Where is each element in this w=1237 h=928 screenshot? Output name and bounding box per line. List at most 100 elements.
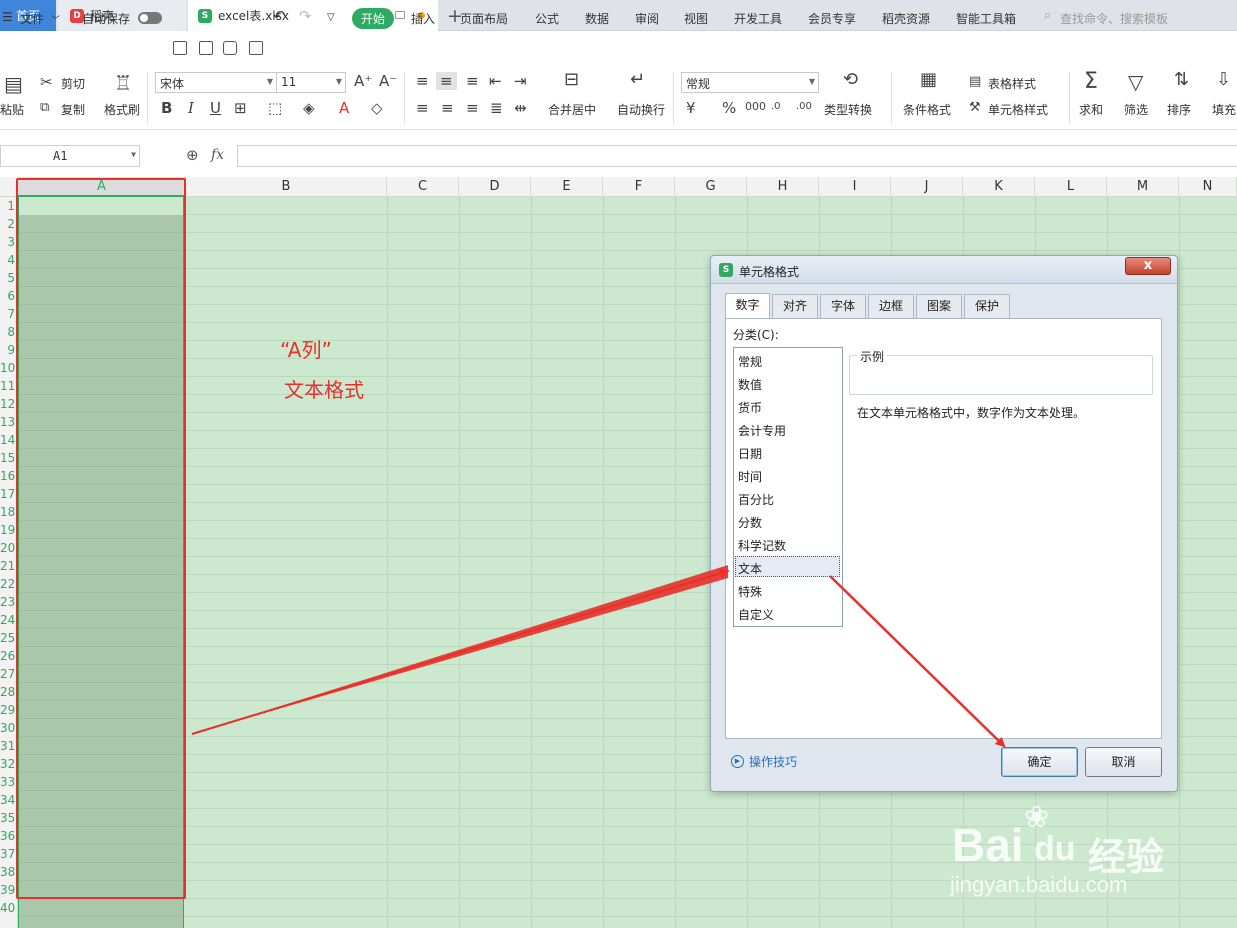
col-header-d[interactable]: D	[459, 177, 531, 197]
row-header-14[interactable]: 14	[0, 431, 17, 449]
increase-decimal-icon[interactable]: .0	[771, 99, 781, 115]
row-header-18[interactable]: 18	[0, 503, 17, 521]
save-icon[interactable]	[173, 41, 187, 55]
category-item[interactable]: 分数	[738, 514, 762, 531]
tab-excel-file[interactable]: Sexcel表.xlsx	[188, 0, 438, 31]
menu-smart-toolbox[interactable]: 智能工具箱	[956, 10, 1016, 27]
print-icon[interactable]	[223, 41, 237, 55]
close-button[interactable]: x	[1125, 257, 1171, 275]
italic-button[interactable]: I	[188, 100, 194, 116]
row-header-33[interactable]: 33	[0, 773, 17, 791]
row-header-11[interactable]: 11	[0, 377, 17, 395]
row-header-40[interactable]: 40	[0, 899, 17, 917]
menu-formula[interactable]: 公式	[535, 10, 559, 27]
font-color-icon[interactable]: A	[339, 100, 349, 116]
menu-insert[interactable]: 插入	[411, 10, 435, 27]
dialog-title-bar[interactable]: S 单元格格式 x	[711, 256, 1177, 284]
conditional-format-button[interactable]: 条件格式	[903, 101, 951, 118]
decrease-font-icon[interactable]: A⁻	[379, 73, 397, 89]
currency-button[interactable]: ¥	[686, 100, 696, 116]
thousands-separator-icon[interactable]: 000	[745, 99, 766, 115]
menu-page-layout[interactable]: 页面布局	[460, 10, 508, 27]
row-header-36[interactable]: 36	[0, 827, 17, 845]
row-header-21[interactable]: 21	[0, 557, 17, 575]
menu-developer[interactable]: 开发工具	[734, 10, 782, 27]
paste-icon[interactable]: ▤	[4, 74, 23, 94]
row-header-30[interactable]: 30	[0, 719, 17, 737]
menu-daoke-resources[interactable]: 稻壳资源	[882, 10, 930, 27]
category-list[interactable]: 常规 数值 货币 会计专用 日期 时间 百分比 分数 科学记数 文本 特殊 自定…	[733, 347, 843, 627]
col-header-e[interactable]: E	[531, 177, 603, 197]
col-header-h[interactable]: H	[747, 177, 819, 197]
cell-style-button[interactable]: 单元格样式	[988, 101, 1048, 118]
row-header-38[interactable]: 38	[0, 863, 17, 881]
menu-view[interactable]: 视图	[684, 10, 708, 27]
align-top-icon[interactable]: ≡	[416, 73, 429, 89]
autosave-toggle[interactable]	[134, 10, 162, 24]
row-header-29[interactable]: 29	[0, 701, 17, 719]
row-header-15[interactable]: 15	[0, 449, 17, 467]
row-header-16[interactable]: 16	[0, 467, 17, 485]
hamburger-icon[interactable]: ☰	[2, 10, 13, 24]
sum-button[interactable]: 求和	[1079, 101, 1103, 118]
align-left-icon[interactable]: ≡	[416, 100, 429, 116]
row-header-28[interactable]: 28	[0, 683, 17, 701]
row-header-24[interactable]: 24	[0, 611, 17, 629]
export-icon[interactable]	[199, 41, 213, 55]
merge-center-button[interactable]: 合并居中	[548, 101, 596, 118]
category-item[interactable]: 常规	[738, 353, 762, 370]
undo-icon[interactable]: ↶	[273, 7, 286, 25]
menu-data[interactable]: 数据	[585, 10, 609, 27]
fx-icon[interactable]: fx	[211, 147, 224, 163]
category-item[interactable]: 自定义	[738, 606, 774, 623]
row-header-25[interactable]: 25	[0, 629, 17, 647]
col-header-m[interactable]: M	[1107, 177, 1179, 197]
row-header-9[interactable]: 9	[0, 341, 17, 359]
cell-style-icon[interactable]: ⬚	[268, 100, 282, 116]
filter-button[interactable]: 筛选	[1124, 101, 1148, 118]
percent-button[interactable]: %	[722, 100, 736, 116]
fill-color-icon[interactable]: ◈	[303, 100, 315, 116]
row-header-35[interactable]: 35	[0, 809, 17, 827]
border-icon[interactable]: ⊞	[234, 100, 247, 116]
category-item[interactable]: 时间	[738, 468, 762, 485]
category-item[interactable]: 货币	[738, 399, 762, 416]
eraser-icon[interactable]: ◇	[371, 100, 383, 116]
row-header-22[interactable]: 22	[0, 575, 17, 593]
tab-font[interactable]: 字体	[820, 294, 866, 318]
tab-protection[interactable]: 保护	[964, 294, 1010, 318]
increase-font-icon[interactable]: A⁺	[354, 73, 372, 89]
col-header-k[interactable]: K	[963, 177, 1035, 197]
category-item-text-selected[interactable]: 文本	[738, 560, 762, 577]
font-size-select[interactable]: 11 ▼	[276, 72, 346, 93]
distribute-icon[interactable]: ⇹	[514, 100, 527, 116]
row-header-2[interactable]: 2	[0, 215, 17, 233]
col-header-c[interactable]: C	[387, 177, 459, 197]
row-header-5[interactable]: 5	[0, 269, 17, 287]
row-header-12[interactable]: 12	[0, 395, 17, 413]
underline-button[interactable]: U	[210, 100, 221, 116]
customize-dropdown-icon[interactable]: ▽	[327, 12, 335, 23]
row-header-20[interactable]: 20	[0, 539, 17, 557]
col-header-f[interactable]: F	[603, 177, 675, 197]
cancel-button[interactable]: 取消	[1085, 747, 1162, 777]
monitor-icon[interactable]	[395, 11, 405, 19]
row-header-37[interactable]: 37	[0, 845, 17, 863]
zoom-formula-icon[interactable]: ⊕	[186, 146, 199, 164]
tips-link[interactable]: 操作技巧	[749, 753, 797, 770]
row-header-1[interactable]: 1	[0, 197, 17, 215]
type-convert-button[interactable]: 类型转换	[824, 101, 872, 118]
menu-file[interactable]: 文件	[20, 10, 44, 27]
row-header-27[interactable]: 27	[0, 665, 17, 683]
format-painter-button[interactable]: 格式刷	[104, 101, 140, 118]
menu-member[interactable]: 会员专享	[808, 10, 856, 27]
align-middle-icon[interactable]: ≡	[436, 72, 457, 90]
category-item[interactable]: 百分比	[738, 491, 774, 508]
col-header-g[interactable]: G	[675, 177, 747, 197]
row-header-19[interactable]: 19	[0, 521, 17, 539]
decrease-decimal-icon[interactable]: .00	[796, 99, 812, 115]
redo-icon[interactable]: ↷	[299, 7, 312, 25]
row-header-32[interactable]: 32	[0, 755, 17, 773]
row-header-8[interactable]: 8	[0, 323, 17, 341]
row-header-7[interactable]: 7	[0, 305, 17, 323]
